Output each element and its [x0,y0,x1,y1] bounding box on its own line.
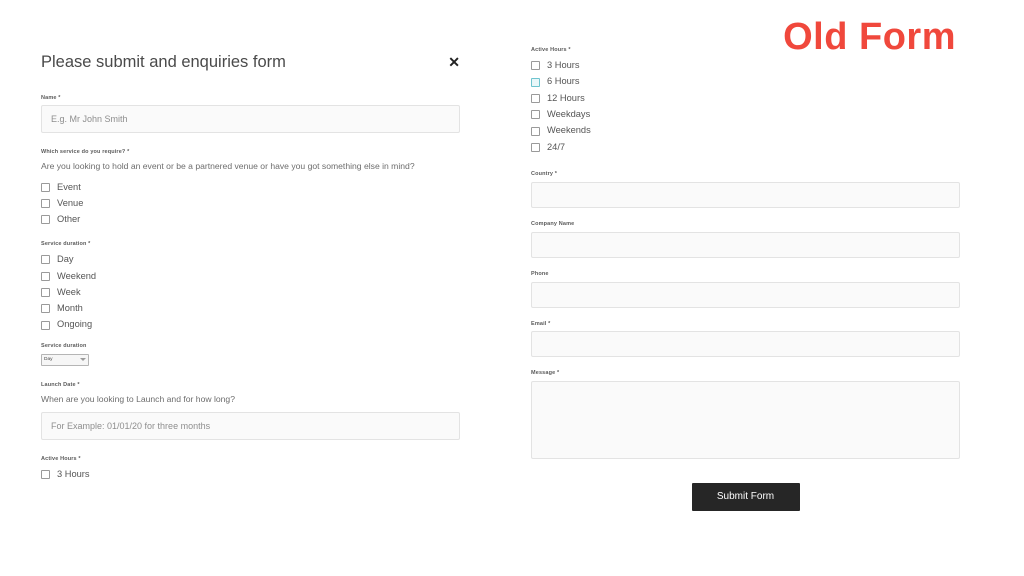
checkbox-weekends[interactable] [531,126,540,136]
checkbox-label-weekend: Weekend [57,270,97,281]
checkbox-12-hours[interactable] [531,93,540,103]
service-duration-checkbox-group: Service duration * Day Weekend Week Mont… [41,241,460,333]
checkbox-row-venue[interactable]: Venue [41,196,460,212]
name-label: Name * [41,94,61,101]
checkbox-row-12-hours[interactable]: 12 Hours [531,90,960,106]
checkbox-label-ongoing: Ongoing [57,319,93,330]
checkbox-label-3-hours-left: 3 Hours [57,468,90,479]
checkbox-weekdays[interactable] [531,110,540,120]
checkbox-row-event[interactable]: Event [41,179,460,195]
message-textarea[interactable] [531,380,960,459]
checkbox-row-other[interactable]: Other [41,212,460,228]
checkbox-weekend[interactable] [41,271,50,281]
company-name-group: Company Name [531,221,960,258]
country-group: Country * [531,171,960,209]
checkbox-24-7[interactable] [531,142,540,152]
active-hours-label: Active Hours * [531,47,571,53]
checkbox-row-weekends[interactable]: Weekends [531,123,960,139]
launch-date-group: Launch Date * When are you looking to La… [41,382,460,440]
active-hours-partial-label: Active Hours * [41,455,81,462]
name-field-group: Name * E.g. Mr John Smith [41,95,460,134]
email-group: Email * [531,321,960,358]
checkbox-6-hours[interactable] [531,77,540,87]
checkbox-other[interactable] [41,215,50,225]
checkbox-month[interactable] [41,304,50,314]
checkbox-row-24-7[interactable]: 24/7 [531,139,960,155]
country-input[interactable] [531,182,960,209]
phone-label: Phone [531,270,549,277]
checkbox-row-month[interactable]: Month [41,301,460,317]
service-question-group: Which service do you require? * Are you … [41,149,460,228]
active-hours-partial-group: Active Hours * 3 Hours [41,456,460,483]
checkbox-row-weekend[interactable]: Weekend [41,268,460,284]
submit-form-button[interactable]: Submit Form [691,482,800,511]
chevron-down-icon [80,358,86,362]
checkbox-3-hours-left[interactable] [41,470,50,479]
modal-title: Please submit and enquiries form [41,53,286,71]
service-duration-select[interactable]: Day [41,353,89,366]
service-duration-select-label: Service duration [41,343,87,350]
checkbox-day[interactable] [41,255,50,265]
close-icon[interactable]: ✕ [448,52,460,69]
checkbox-row-week[interactable]: Week [41,284,460,300]
country-label: Country * [531,171,558,178]
checkbox-label-weekdays: Weekdays [547,109,591,120]
checkbox-label-3-hours: 3 Hours [547,60,580,71]
phone-group: Phone [531,271,960,308]
message-group: Message * [531,370,960,459]
service-duration-select-group: Service duration Day [41,343,460,366]
launch-date-input[interactable]: For Example: 01/01/20 for three months [41,411,460,440]
checkbox-event[interactable] [41,182,50,192]
service-duration-label: Service duration * [41,241,91,248]
service-duration-select-value: Day [44,357,53,363]
service-question-help: Are you looking to hold an event or be a… [41,161,415,172]
checkbox-week[interactable] [41,288,50,298]
company-name-input[interactable] [531,231,960,258]
checkbox-label-weekends: Weekends [547,125,591,136]
checkbox-label-month: Month [57,303,83,314]
checkbox-row-3-hours[interactable]: 3 Hours [531,58,960,74]
checkbox-label-venue: Venue [57,198,84,208]
email-label: Email * [531,320,551,327]
checkbox-row-6-hours[interactable]: 6 Hours [531,74,960,90]
checkbox-venue[interactable] [41,199,50,209]
email-input[interactable] [531,331,960,358]
service-question-label: Which service do you require? * [41,149,130,156]
message-label: Message * [531,370,560,377]
checkbox-label-6-hours: 6 Hours [547,76,580,87]
phone-input[interactable] [531,281,960,308]
checkbox-label-week: Week [57,286,81,297]
company-name-label: Company Name [531,221,575,228]
launch-date-help: When are you looking to Launch and for h… [41,393,235,404]
checkbox-ongoing[interactable] [41,320,50,330]
modal-header: Please submit and enquiries form ✕ [41,52,460,73]
checkbox-3-hours[interactable] [531,61,540,71]
checkbox-label-event: Event [57,181,81,192]
checkbox-label-day: Day [57,254,74,265]
right-column: Active Hours * 3 Hours 6 Hours 12 Hours … [531,47,960,511]
form-page: Old Form Please submit and enquiries for… [0,0,1024,576]
name-input[interactable]: E.g. Mr John Smith [41,105,460,134]
left-column: Please submit and enquiries form ✕ Name … [41,52,460,483]
checkbox-label-24-7: 24/7 [547,141,566,152]
checkbox-row-day[interactable]: Day [41,252,460,268]
checkbox-row-3-hours-left[interactable]: 3 Hours [41,466,460,482]
checkbox-label-other: Other [57,214,81,225]
checkbox-row-ongoing[interactable]: Ongoing [41,317,460,333]
submit-row: Submit Form [531,482,960,511]
active-hours-group: Active Hours * 3 Hours 6 Hours 12 Hours … [531,47,960,155]
checkbox-row-weekdays[interactable]: Weekdays [531,107,960,123]
launch-date-label: Launch Date * [41,381,80,388]
checkbox-label-12-hours: 12 Hours [547,92,585,103]
